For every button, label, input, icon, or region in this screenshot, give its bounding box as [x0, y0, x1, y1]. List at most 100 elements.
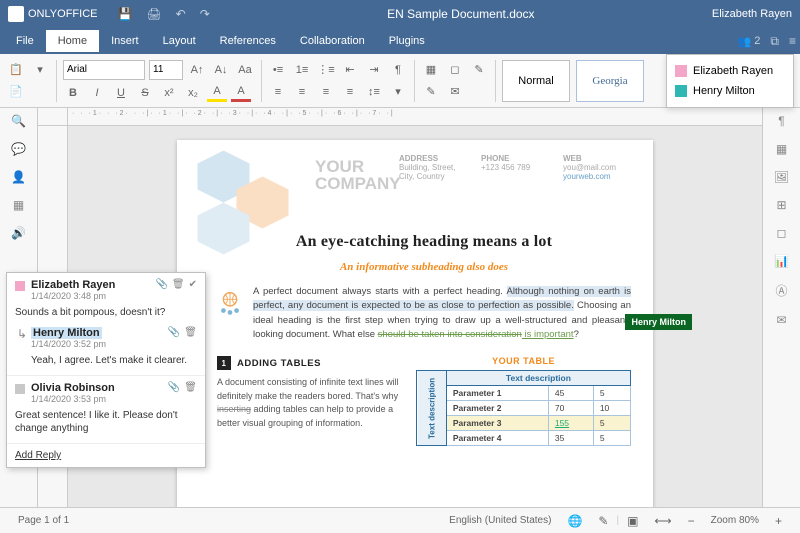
track-icon[interactable]: ✎ [598, 514, 608, 528]
undo-icon[interactable]: ↶ [176, 7, 186, 21]
paragraph-settings-icon[interactable]: ¶ [778, 114, 784, 128]
zoom-in-icon[interactable]: + [775, 514, 782, 528]
delete-icon[interactable]: 🗑 [184, 327, 197, 338]
size-select[interactable] [149, 60, 183, 80]
comments-icon[interactable]: 💬 [11, 142, 26, 156]
header-settings-icon[interactable]: ⊞ [776, 198, 786, 212]
ruler-horizontal[interactable]: · · ·1· · ·2· · ·|· ·1· ·|· ·2· ·|· ·3· … [68, 108, 762, 125]
resolve-icon[interactable]: ✔ [189, 279, 197, 290]
delete-icon[interactable]: 🗑 [184, 382, 197, 393]
inc-indent-icon[interactable]: ⇥ [364, 61, 384, 79]
track-changes-icon[interactable]: ✎ [421, 83, 441, 101]
paste-icon[interactable]: ▾ [30, 61, 50, 79]
font-select[interactable] [63, 60, 145, 80]
status-bar: Page 1 of 1 English (United States) 🌐 ✎ … [0, 507, 800, 533]
right-sidebar: ¶ ▦ 🖼 ⊞ ◻ 📊 Ⓐ ✉ [762, 108, 800, 523]
insert-comment-icon[interactable]: ✎ [469, 61, 489, 79]
fit-page-icon[interactable]: ▣ [627, 514, 638, 528]
lang-indicator[interactable]: English (United States) [449, 515, 551, 526]
mailmerge-settings-icon[interactable]: ✉ [776, 313, 786, 327]
save-icon[interactable]: 💾 [117, 7, 132, 21]
decorative-hexagons-icon [181, 144, 331, 274]
strike-button[interactable]: S [135, 84, 155, 102]
feedback-icon[interactable]: 🔊 [11, 226, 26, 240]
underline-button[interactable]: U [111, 84, 131, 102]
table-title: YOUR TABLE [416, 356, 631, 366]
mailmerge-icon[interactable]: ✉ [445, 83, 465, 101]
collaborator-cursor-tag: Henry Milton [625, 314, 692, 330]
italic-button[interactable]: I [87, 84, 107, 102]
comment-text: Great sentence! I like it. Please don't … [15, 409, 197, 435]
navigation-icon[interactable]: ▦ [13, 198, 24, 212]
data-table[interactable]: Text descriptionText description Paramet… [416, 370, 631, 446]
tracked-insert: is important [522, 329, 574, 340]
shape-settings-icon[interactable]: ◻ [777, 226, 787, 240]
image-settings-icon[interactable]: 🖼 [774, 170, 789, 184]
tab-references[interactable]: References [208, 30, 288, 52]
app-name: ONLYOFFICE [28, 8, 97, 20]
reply-author: Henry Milton [31, 327, 102, 339]
document-page[interactable]: YOURCOMPANY ADDRESSBuilding, Street, Cit… [177, 140, 653, 520]
fit-width-icon[interactable]: ⟷ [654, 514, 671, 528]
textart-settings-icon[interactable]: Ⓐ [775, 282, 787, 299]
line-spacing-icon[interactable]: ↕≡ [364, 83, 384, 101]
comment-author: Olivia Robinson [31, 382, 115, 394]
attach-icon[interactable]: 📎 [168, 382, 180, 393]
style-normal[interactable]: Normal [502, 60, 570, 102]
redo-icon[interactable]: ↷ [200, 7, 210, 21]
bold-button[interactable]: B [63, 84, 83, 102]
superscript-button[interactable]: x² [159, 84, 179, 102]
insert-merge-icon[interactable]: ▦ [421, 61, 441, 79]
doc-paragraph[interactable]: A perfect document always starts with a … [217, 285, 631, 342]
zoom-value[interactable]: Zoom 80% [711, 515, 759, 526]
delete-icon[interactable]: 🗑 [172, 279, 185, 290]
table-settings-icon[interactable]: ▦ [776, 142, 787, 156]
tab-home[interactable]: Home [46, 30, 99, 52]
zoom-out-icon[interactable]: − [688, 514, 695, 528]
attach-icon[interactable]: 📎 [155, 279, 167, 290]
copy-icon[interactable]: 📋 [6, 61, 26, 79]
justify-icon[interactable]: ≡ [340, 83, 360, 101]
current-user[interactable]: Elizabeth Rayen [712, 8, 792, 20]
app-logo: ONLYOFFICE [8, 6, 97, 22]
reply-time: 1/14/2020 3:52 pm [31, 339, 106, 349]
chat-icon[interactable]: 👤 [11, 170, 26, 184]
nonprinting-icon[interactable]: ¶ [388, 61, 408, 79]
collab-users-icon[interactable]: 👥 2 [738, 35, 761, 48]
tab-plugins[interactable]: Plugins [377, 30, 437, 52]
attach-icon[interactable]: 📎 [168, 327, 180, 338]
spellcheck-icon[interactable]: 🌐 [567, 514, 582, 528]
view-settings-icon[interactable]: ≡ [789, 34, 796, 48]
search-icon[interactable]: 🔍 [11, 114, 26, 128]
subscript-button[interactable]: x₂ [183, 84, 203, 102]
chart-settings-icon[interactable]: 📊 [774, 254, 789, 268]
section-body[interactable]: A document consisting of infinite text l… [217, 376, 400, 430]
change-case-icon[interactable]: Aa [235, 61, 255, 79]
style-heading[interactable]: Georgia [576, 60, 644, 102]
page-indicator[interactable]: Page 1 of 1 [18, 515, 69, 526]
align-center-icon[interactable]: ≡ [292, 83, 312, 101]
globe-people-icon [215, 289, 245, 319]
copy-style-icon[interactable]: 📄 [6, 83, 26, 101]
align-left-icon[interactable]: ≡ [268, 83, 288, 101]
shading-icon[interactable]: ▾ [388, 83, 408, 101]
tab-collaboration[interactable]: Collaboration [288, 30, 377, 52]
highlight-button[interactable]: A [207, 84, 227, 102]
numbering-icon[interactable]: 1≡ [292, 61, 312, 79]
section-title: 1ADDING TABLES [217, 356, 400, 370]
open-location-icon[interactable]: ⧉ [770, 34, 779, 49]
tab-file[interactable]: File [4, 30, 46, 52]
comment-text: Sounds a bit pompous, doesn't it? [15, 306, 197, 319]
inc-font-icon[interactable]: A↑ [187, 61, 207, 79]
insert-shape-icon[interactable]: ◻ [445, 61, 465, 79]
add-reply-button[interactable]: Add Reply [7, 444, 205, 467]
dec-font-icon[interactable]: A↓ [211, 61, 231, 79]
align-right-icon[interactable]: ≡ [316, 83, 336, 101]
tab-layout[interactable]: Layout [151, 30, 208, 52]
bullets-icon[interactable]: •≡ [268, 61, 288, 79]
tab-insert[interactable]: Insert [99, 30, 151, 52]
dec-indent-icon[interactable]: ⇤ [340, 61, 360, 79]
font-color-button[interactable]: A [231, 84, 251, 102]
multilevel-icon[interactable]: ⋮≡ [316, 61, 336, 79]
print-icon[interactable]: 🖨 [146, 7, 161, 21]
